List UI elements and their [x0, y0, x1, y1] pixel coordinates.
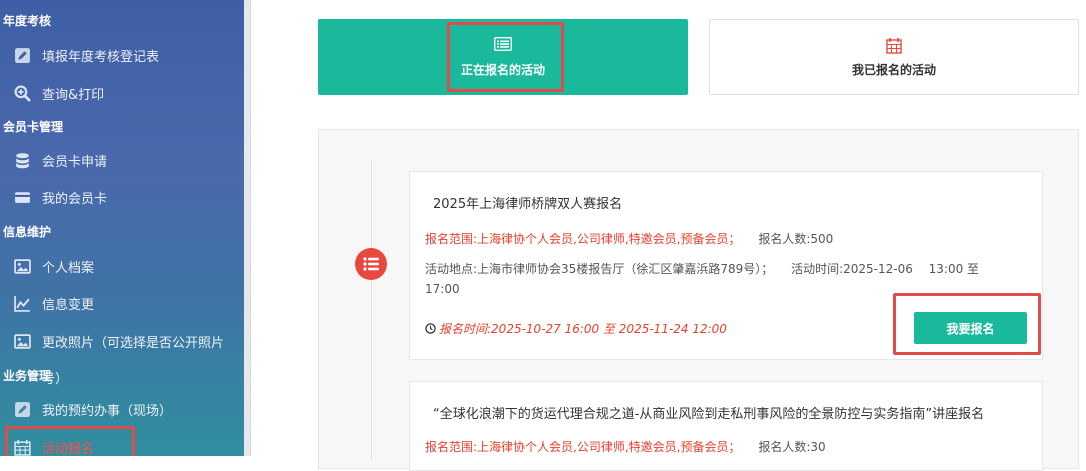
search-plus-icon — [12, 83, 32, 103]
sidebar-item-my-card[interactable]: 我的会员卡 — [12, 184, 240, 210]
sidebar-item-change-photo[interactable]: 更改照片（可选择是否公开照片 — [12, 328, 244, 354]
database-icon — [12, 150, 32, 170]
section-business: 业务管理 — [3, 369, 52, 383]
tab-label: 正在报名的活动 — [460, 62, 545, 77]
activity-card: “全球化浪潮下的货运代理合规之道-从商业风险到走私刑事风险的全景防控与实务指南”… — [409, 381, 1043, 471]
sidebar-item-profile[interactable]: 个人档案 — [12, 253, 240, 279]
edit-icon — [12, 399, 32, 419]
activity-card: 2025年上海律师桥牌双人赛报名 报名范围:上海律协个人会员,公司律师,特邀会员… — [409, 171, 1043, 360]
sidebar-item-activity-signup[interactable]: 活动报名 — [12, 434, 240, 456]
activity-scope: 报名范围:上海律协个人会员,公司律师,特邀会员,预备会员； — [425, 232, 741, 246]
activity-location: 活动地点:上海市律师协会35楼报告厅（徐汇区肇嘉浜路789号）； — [425, 262, 774, 276]
activity-location-row: 活动地点:上海市律师协会35楼报告厅（徐汇区肇嘉浜路789号）； 活动时间:20… — [425, 260, 979, 277]
section-member-card: 会员卡管理 — [3, 120, 64, 134]
sidebar-item-my-appointment[interactable]: 我的预约办事（现场） — [12, 396, 240, 422]
sidebar-item-label: 个人档案 — [42, 260, 95, 276]
section-info-maintenance: 信息维护 — [3, 225, 52, 239]
sidebar-item-label: 填报年度考核登记表 — [42, 49, 160, 65]
activity-time: 活动时间:2025-12-06 13:00 至 — [791, 262, 980, 276]
sidebar-item-label: 查询&打印 — [42, 87, 105, 103]
image-icon — [12, 331, 32, 351]
image-icon — [12, 256, 32, 276]
sidebar-item-query-print[interactable]: 查询&打印 — [12, 80, 240, 106]
tab-active-activities[interactable]: 正在报名的活动 — [318, 19, 688, 95]
sidebar-divider — [244, 0, 251, 456]
sidebar-item-card-apply[interactable]: 会员卡申请 — [12, 147, 240, 173]
sidebar-item-label: 信息变更 — [42, 297, 95, 313]
sidebar-item-info-change[interactable]: 信息变更 — [12, 290, 240, 316]
calendar-icon — [12, 437, 32, 456]
sidebar-item-label: 会员卡申请 — [42, 154, 108, 170]
activity-scope-row: 报名范围:上海律协个人会员,公司律师,特邀会员,预备会员； 报名人数:500 — [425, 230, 833, 247]
calendar-icon — [886, 37, 902, 54]
activity-time-end: 17:00 — [425, 282, 460, 296]
sidebar-item-label: 我的预约办事（现场） — [42, 403, 173, 419]
tab-my-registered-activities[interactable]: 我已报名的活动 — [709, 19, 1079, 95]
activity-scope-row: 报名范围:上海律协个人会员,公司律师,特邀会员,预备会员； 报名人数:30 — [425, 438, 826, 455]
activity-count: 报名人数:30 — [758, 440, 826, 454]
list-alt-icon — [493, 36, 513, 53]
timeline-line — [371, 160, 372, 460]
sidebar-item-label: 我的会员卡 — [42, 191, 108, 207]
tab-label: 我已报名的活动 — [851, 62, 936, 77]
credit-card-icon — [12, 187, 32, 207]
sidebar: 年度考核 填报年度考核登记表 查询&打印 会员卡管理 会员卡申请 我的会员卡 信… — [0, 0, 244, 456]
activity-title: “全球化浪潮下的货运代理合规之道-从商业风险到走私刑事风险的全景防控与实务指南”… — [433, 407, 985, 422]
sidebar-item-annual-form[interactable]: 填报年度考核登记表 — [12, 42, 240, 68]
activity-title: 2025年上海律师桥牌双人赛报名 — [433, 197, 623, 212]
list-icon — [355, 248, 387, 280]
activity-reg-time: 报名时间:2025-10-27 16:00 至 2025-11-24 12:00 — [439, 322, 727, 336]
line-chart-icon — [12, 293, 32, 313]
clock-icon — [425, 323, 436, 334]
activity-reg-time-row: 报名时间:2025-10-27 16:00 至 2025-11-24 12:00 — [425, 320, 727, 337]
section-annual-review: 年度考核 — [3, 14, 52, 28]
activity-count: 报名人数:500 — [758, 232, 834, 246]
sidebar-item-label: 活动报名 — [42, 441, 95, 457]
activity-scope: 报名范围:上海律协个人会员,公司律师,特邀会员,预备会员； — [425, 440, 741, 454]
signup-button[interactable]: 我要报名 — [914, 312, 1027, 344]
sidebar-item-label: 更改照片（可选择是否公开照片 — [42, 335, 225, 351]
edit-icon — [12, 45, 32, 65]
